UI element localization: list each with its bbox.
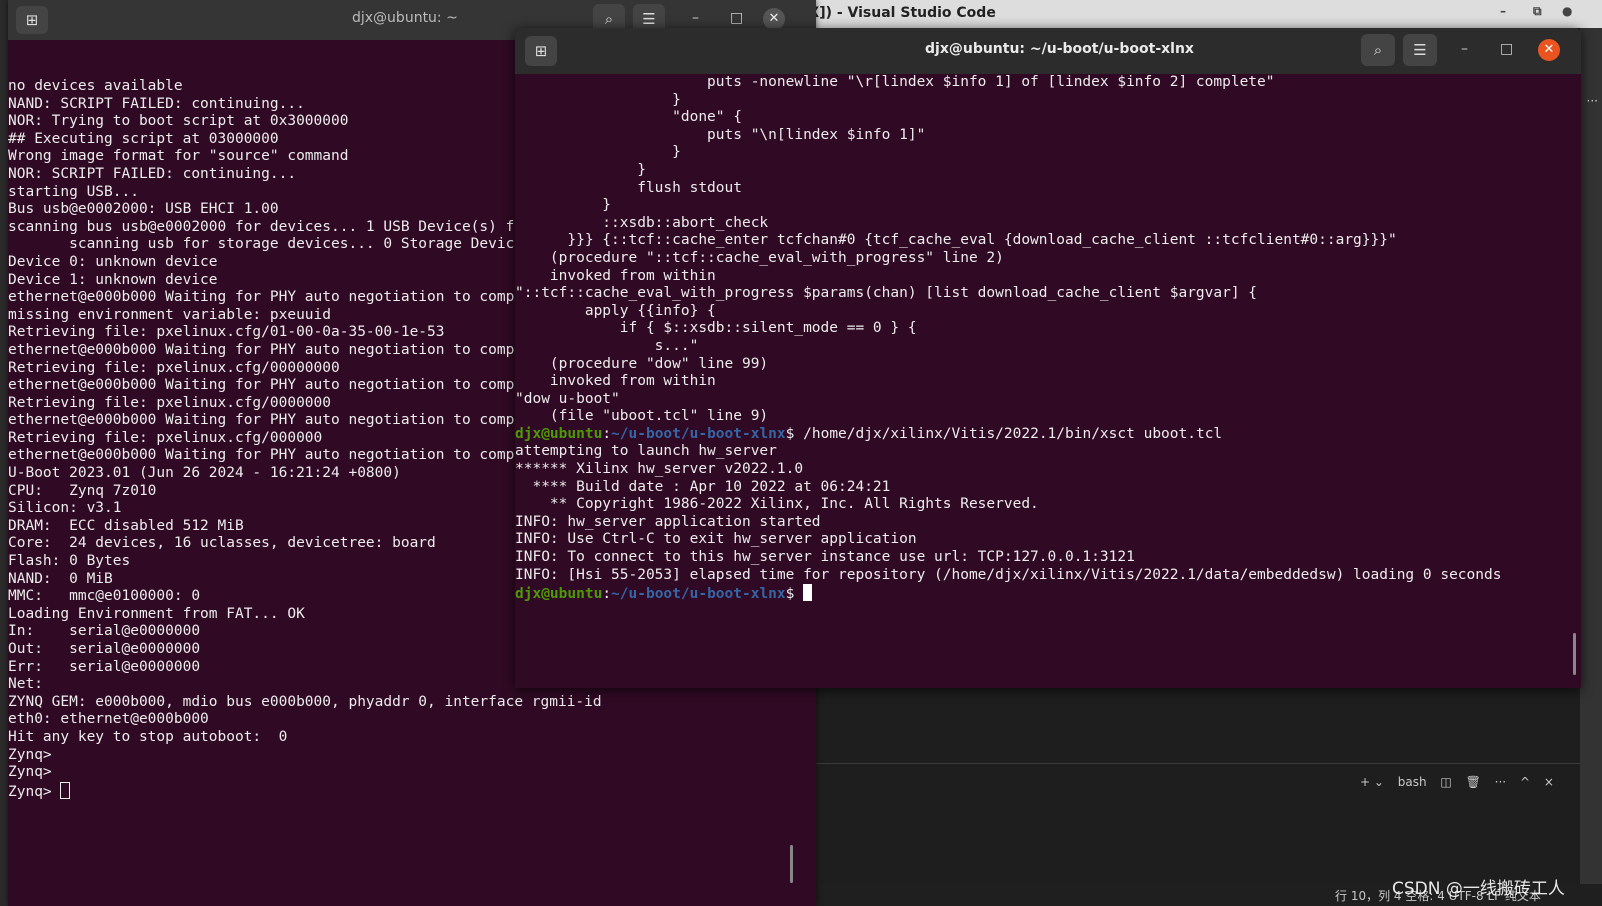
- new-tab-icon[interactable]: ⊞: [525, 36, 557, 66]
- restore-icon[interactable]: ⧉: [1533, 4, 1542, 19]
- prompt-separator: :: [602, 425, 612, 442]
- terminal-line: INFO: hw_server application started: [515, 513, 821, 530]
- trash-icon[interactable]: 🗑: [1466, 775, 1481, 789]
- minimize-icon[interactable]: –: [1461, 41, 1468, 57]
- prompt-line: djx@ubuntu:~/u-boot/u-boot-xlnx$ /home/d…: [515, 426, 1581, 444]
- terminal-line: if { $::xsdb::silent_mode == 0 } {: [515, 320, 917, 337]
- minimize-icon[interactable]: –: [692, 10, 699, 26]
- terminal-line: }: [515, 197, 612, 214]
- watermark: CSDN @一线搬砖工人: [1392, 879, 1565, 899]
- prompt-path: ~/u-boot/u-boot-xlnx: [611, 425, 786, 442]
- split-terminal-icon[interactable]: ◫: [1440, 775, 1451, 789]
- text-cursor: [60, 781, 71, 799]
- terminal-window-uboot[interactable]: ⊞ djx@ubuntu: ~/u-boot/u-boot-xlnx ⌕ ☰ –…: [515, 28, 1581, 688]
- more-actions-icon[interactable]: ···: [1495, 775, 1506, 789]
- vscode-side-strip: ···: [1580, 28, 1602, 906]
- panel-divider: [800, 763, 1580, 764]
- hamburger-menu-icon[interactable]: ☰: [1403, 34, 1437, 66]
- vscode-title: [X]) - Visual Studio Code: [802, 5, 996, 21]
- prompt-user: djx@ubuntu: [515, 425, 603, 442]
- close-icon[interactable]: ●: [1562, 4, 1572, 18]
- terminal-line: flush stdout: [515, 179, 742, 196]
- terminal-line: Hit any key to stop autoboot: 0: [8, 728, 288, 745]
- terminal-shell-tab[interactable]: bash: [1398, 775, 1427, 789]
- terminal-title: djx@ubuntu: ~: [352, 10, 458, 26]
- terminal-line: (procedure "dow" line 99): [515, 355, 769, 372]
- terminal-line: }: [515, 161, 646, 178]
- maximize-panel-icon[interactable]: ^: [1520, 775, 1530, 789]
- terminal-line: INFO: To connect to this hw_server insta…: [515, 549, 1135, 566]
- new-tab-icon[interactable]: ⊞: [16, 6, 48, 34]
- terminal-line: attempting to launch hw_server: [515, 443, 777, 460]
- terminal-line: eth0: ethernet@e000b000: [8, 711, 209, 728]
- more-icon[interactable]: ···: [1587, 94, 1598, 108]
- vscode-titlebar: [X]) - Visual Studio Code – ⧉ ●: [800, 0, 1602, 28]
- prompt-user: djx@ubuntu: [515, 586, 603, 603]
- terminal-line: apply {{info} {: [515, 302, 716, 319]
- prompt-line: djx@ubuntu:~/u-boot/u-boot-xlnx$: [515, 584, 1581, 604]
- terminal-line: ** Copyright 1986-2022 Xilinx, Inc. All …: [515, 496, 1039, 513]
- close-panel-icon[interactable]: ×: [1544, 775, 1554, 789]
- close-icon[interactable]: ✕: [1538, 39, 1560, 61]
- terminal-line: "done" {: [515, 109, 742, 126]
- terminal-line: invoked from within: [515, 373, 716, 390]
- command-text: /home/djx/xilinx/Vitis/2022.1/bin/xsct u…: [803, 425, 1223, 442]
- terminal-line: "::tcf::cache_eval_with_progress $params…: [515, 285, 1258, 302]
- minimize-icon[interactable]: –: [1500, 4, 1506, 18]
- terminal-line: invoked from within: [515, 267, 716, 284]
- terminal-line: "dow u-boot": [515, 390, 620, 407]
- terminal-line: (procedure "::tcf::cache_eval_with_progr…: [515, 249, 1004, 266]
- terminal-line: ****** Xilinx hw_server v2022.1.0: [515, 461, 804, 478]
- maximize-icon[interactable]: □: [730, 10, 743, 26]
- terminal-line: **** Build date : Apr 10 2022 at 06:24:2…: [515, 478, 891, 495]
- terminal-output[interactable]: puts -nonewline "\r[lindex $info 1] of […: [515, 74, 1581, 688]
- terminal-panel-toolbar: + ⌄ bash ◫ 🗑 ··· ^ ×: [1360, 775, 1564, 795]
- prompt-symbol: $: [785, 586, 804, 603]
- search-icon[interactable]: ⌕: [1361, 34, 1395, 66]
- terminal-line: }}} {::tcf::cache_enter tcfchan#0 {tcf_c…: [515, 232, 1397, 249]
- text-cursor: [803, 584, 813, 602]
- terminal-line: Zynq>: [8, 746, 61, 763]
- terminal-line: puts "\n[lindex $info 1]": [515, 126, 926, 143]
- prompt-separator: :: [602, 586, 612, 603]
- terminal-line: s...": [515, 337, 699, 354]
- terminal-line: (file "uboot.tcl" line 9): [515, 408, 769, 425]
- close-icon[interactable]: ✕: [763, 8, 785, 30]
- terminal-line: Zynq>: [8, 764, 61, 781]
- terminal-line: }: [515, 144, 681, 161]
- new-terminal-button[interactable]: + ⌄: [1360, 775, 1384, 789]
- scrollbar-thumb[interactable]: [790, 845, 793, 883]
- terminal-line: INFO: [Hsi 55-2053] elapsed time for rep…: [515, 566, 1502, 583]
- terminal-line: ::xsdb::abort_check: [515, 214, 769, 231]
- terminal-line: Zynq>: [8, 781, 816, 802]
- scrollbar-thumb[interactable]: [1573, 633, 1576, 675]
- terminal-line: INFO: Use Ctrl-C to exit hw_server appli…: [515, 531, 917, 548]
- prompt-path: ~/u-boot/u-boot-xlnx: [611, 586, 786, 603]
- prompt-symbol: $: [785, 425, 804, 442]
- terminal-line: ZYNQ GEM: e000b000, mdio bus e000b000, p…: [8, 693, 602, 710]
- terminal-titlebar: ⊞ djx@ubuntu: ~/u-boot/u-boot-xlnx ⌕ ☰ –…: [515, 28, 1581, 74]
- terminal-line: }: [515, 91, 681, 108]
- terminal-line: puts -nonewline "\r[lindex $info 1] of […: [515, 74, 1275, 90]
- maximize-icon[interactable]: □: [1500, 41, 1513, 57]
- terminal-title: djx@ubuntu: ~/u-boot/u-boot-xlnx: [925, 41, 1194, 57]
